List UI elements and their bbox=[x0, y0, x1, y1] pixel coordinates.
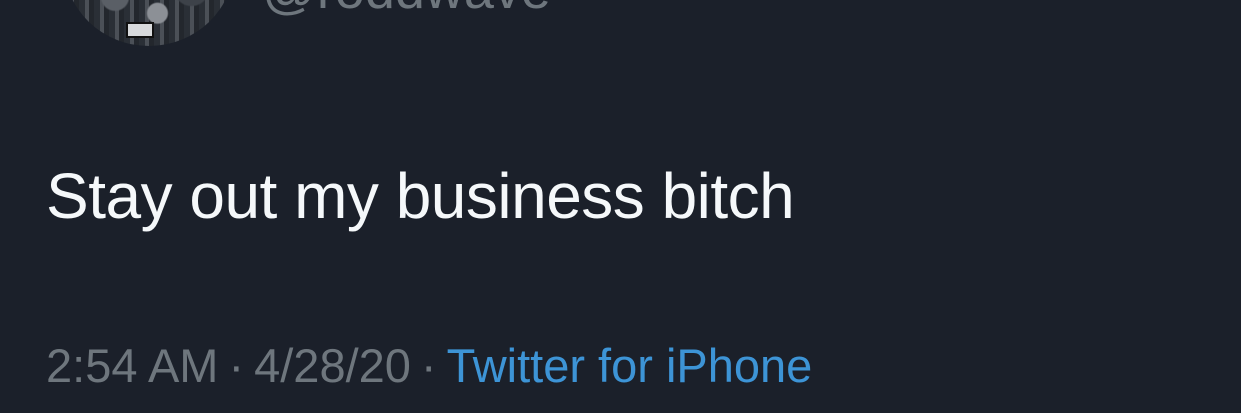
avatar-sticker bbox=[126, 22, 154, 38]
tweet-text: Stay out my business bitch bbox=[46, 160, 795, 232]
tweet-card: @roddwave Stay out my business bitch 2:5… bbox=[0, 0, 1241, 413]
meta-separator: · bbox=[420, 339, 437, 392]
tweet-time[interactable]: 2:54 AM bbox=[46, 339, 218, 392]
avatar[interactable] bbox=[64, 0, 234, 46]
tweet-date[interactable]: 4/28/20 bbox=[254, 339, 411, 392]
meta-separator: · bbox=[228, 339, 245, 392]
user-handle[interactable]: @roddwave bbox=[262, 0, 551, 20]
tweet-meta: 2:54 AM · 4/28/20 · Twitter for iPhone bbox=[46, 338, 812, 394]
tweet-source-link[interactable]: Twitter for iPhone bbox=[447, 339, 813, 392]
